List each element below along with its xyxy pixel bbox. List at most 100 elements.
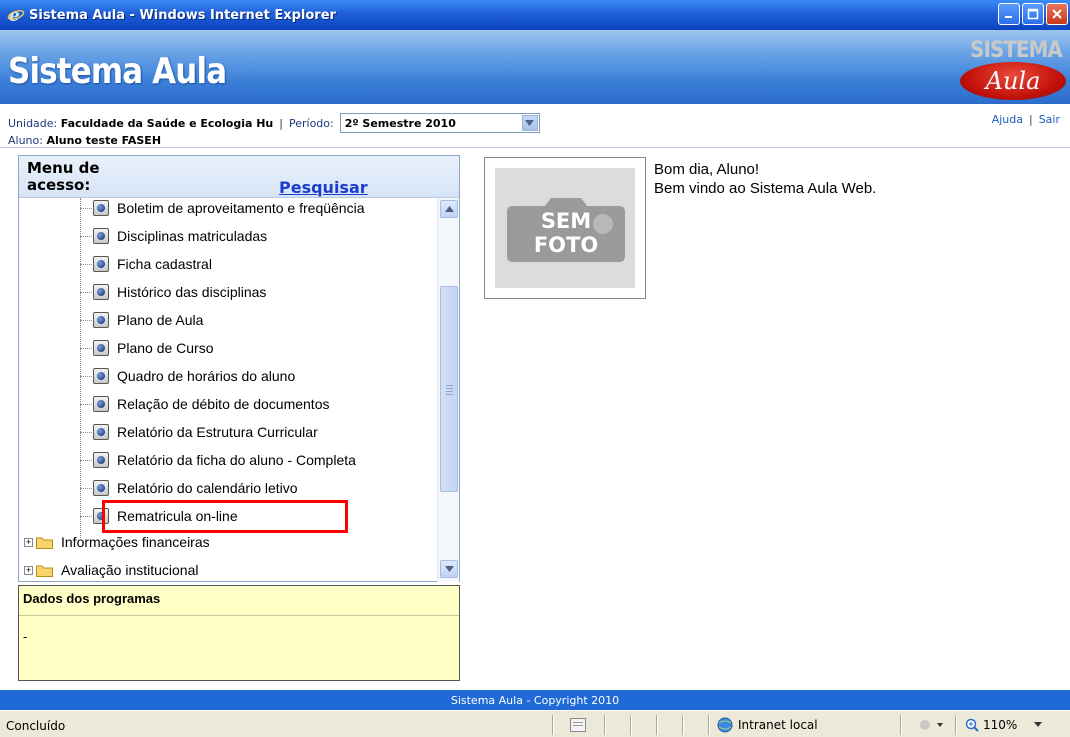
copyright-text: Sistema Aula - Copyright 2010	[450, 693, 620, 707]
document-icon	[93, 452, 109, 468]
menu-item-plano-de-aula[interactable]: Plano de Aula	[93, 306, 203, 334]
document-icon	[93, 368, 109, 384]
menu-item-ficha-cadastral[interactable]: Ficha cadastral	[93, 250, 212, 278]
student-photo: SEM FOTO	[484, 157, 646, 299]
logo-bottom-text: Aula	[985, 67, 1041, 95]
periodo-label: Período:	[288, 116, 334, 130]
document-icon	[93, 256, 109, 272]
info-bar: Unidade: Faculdade da Saúde e Ecologia H…	[0, 104, 1070, 148]
document-icon	[93, 424, 109, 440]
minimize-icon	[1005, 16, 1012, 18]
menu-item-label: Relação de débito de documentos	[117, 396, 330, 412]
folder-avaliacao-institucional[interactable]: + Avaliação institucional	[24, 556, 199, 582]
zoom-level: 110%	[983, 718, 1018, 732]
browser-status-bar: Concluído Intranet local 110%	[0, 710, 1070, 737]
menu-item-label: Relatório da ficha do aluno - Completa	[117, 452, 356, 468]
zone-label: Intranet local	[738, 718, 818, 732]
document-icon	[93, 396, 109, 412]
photo-line2: FOTO	[534, 233, 598, 257]
help-link[interactable]: Ajuda	[992, 113, 1023, 126]
document-icon	[93, 284, 109, 300]
folder-icon	[36, 536, 53, 549]
document-icon	[93, 200, 109, 216]
access-menu-panel: Menu de acesso: Pesquisar Boletim de apr…	[18, 155, 460, 582]
unidade-label: Unidade:	[8, 116, 58, 130]
maximize-button[interactable]	[1022, 3, 1044, 25]
menu-header: Menu de acesso: Pesquisar	[19, 156, 459, 198]
chevron-down-icon	[444, 566, 454, 572]
aluno-value: Aluno teste FASEH	[46, 134, 162, 147]
welcome-text: Bem vindo ao Sistema Aula Web.	[654, 180, 877, 197]
menu-item-label: Disciplinas matriculadas	[117, 228, 268, 244]
zoom-icon	[965, 718, 979, 732]
menu-scrollbar[interactable]	[437, 198, 459, 582]
minimize-button[interactable]	[998, 3, 1020, 25]
folder-icon	[36, 564, 53, 577]
intranet-globe-icon	[717, 717, 733, 733]
menu-tree: Boletim de aproveitamento e freqüência D…	[19, 198, 437, 582]
page-footer: Sistema Aula - Copyright 2010	[0, 690, 1070, 710]
menu-item-relacao-debito[interactable]: Relação de débito de documentos	[93, 390, 329, 418]
menu-item-label: Plano de Curso	[117, 340, 214, 356]
scroll-thumb[interactable]	[440, 286, 458, 492]
program-data-title: Dados dos programas	[23, 591, 161, 606]
welcome-message: Bom dia, Aluno! Bem vindo ao Sistema Aul…	[654, 160, 876, 198]
menu-item-label: Histórico das disciplinas	[117, 284, 267, 300]
menu-item-label: Plano de Aula	[117, 312, 204, 328]
sistema-aula-logo: SISTEMA Aula	[948, 38, 1068, 102]
menu-item-estrutura-curricular[interactable]: Relatório da Estrutura Curricular	[93, 418, 318, 446]
logo-top-text: SISTEMA	[970, 38, 1063, 63]
period-select-value: 2º Semestre 2010	[344, 116, 456, 130]
page-icon	[570, 718, 586, 735]
menu-item-ficha-aluno-completa[interactable]: Relatório da ficha do aluno - Completa	[93, 446, 356, 474]
camera-icon: SEM FOTO	[507, 198, 625, 262]
unidade-value: Faculdade da Saúde e Ecologia Hu	[60, 116, 274, 130]
greeting-text: Bom dia, Aluno!	[654, 161, 760, 178]
window-title-bar[interactable]: e Sistema Aula - Windows Internet Explor…	[0, 0, 1070, 30]
menu-item-boletim[interactable]: Boletim de aproveitamento e freqüência	[93, 198, 364, 222]
scroll-down-button[interactable]	[440, 560, 458, 578]
expand-icon[interactable]: +	[24, 565, 33, 575]
menu-item-label: Relatório da Estrutura Curricular	[117, 424, 318, 440]
expand-icon[interactable]: +	[24, 537, 33, 547]
chevron-up-icon	[444, 206, 454, 212]
folder-label: Avaliação institucional	[61, 562, 199, 578]
period-select[interactable]: 2º Semestre 2010	[339, 113, 540, 133]
menu-item-disciplinas-matriculadas[interactable]: Disciplinas matriculadas	[93, 222, 267, 250]
protected-mode-icon[interactable]	[918, 718, 944, 735]
internet-explorer-icon: e	[6, 5, 26, 25]
document-icon	[93, 340, 109, 356]
menu-item-label: Boletim de aproveitamento e freqüência	[117, 200, 365, 216]
dropdown-arrow-icon[interactable]	[521, 115, 538, 131]
menu-item-plano-de-curso[interactable]: Plano de Curso	[93, 334, 214, 362]
document-icon	[93, 480, 109, 496]
chevron-down-icon	[1034, 722, 1043, 727]
folder-label: Informações financeiras	[61, 534, 210, 550]
aluno-label: Aluno:	[8, 134, 43, 147]
close-icon	[1052, 9, 1062, 19]
close-button[interactable]	[1046, 3, 1068, 25]
menu-title: Menu de acesso:	[27, 159, 100, 194]
window-title: Sistema Aula - Windows Internet Explorer	[29, 7, 336, 23]
search-link[interactable]: Pesquisar	[279, 178, 368, 197]
photo-line1: SEM	[541, 209, 591, 233]
status-text: Concluído	[6, 719, 66, 733]
menu-item-label: Relatório do calendário letivo	[117, 480, 298, 496]
document-icon	[93, 312, 109, 328]
maximize-icon	[1027, 8, 1039, 20]
security-zone[interactable]: Intranet local	[716, 717, 818, 733]
document-icon	[93, 228, 109, 244]
menu-item-historico[interactable]: Histórico das disciplinas	[93, 278, 266, 306]
program-data-value: -	[23, 630, 28, 644]
svg-text:e: e	[9, 6, 20, 24]
zoom-control[interactable]: 110%	[965, 718, 1043, 732]
app-title: Sistema Aula	[8, 51, 227, 92]
menu-item-label: Ficha cadastral	[117, 256, 212, 272]
menu-item-calendario-letivo[interactable]: Relatório do calendário letivo	[93, 474, 298, 502]
exit-link[interactable]: Sair	[1039, 113, 1060, 126]
menu-item-quadro-horarios[interactable]: Quadro de horários do aluno	[93, 362, 295, 390]
highlight-annotation-box	[102, 500, 348, 533]
header-banner: Sistema Aula SISTEMA Aula	[0, 30, 1070, 104]
scroll-up-button[interactable]	[440, 200, 458, 218]
menu-item-label: Quadro de horários do aluno	[117, 368, 296, 384]
